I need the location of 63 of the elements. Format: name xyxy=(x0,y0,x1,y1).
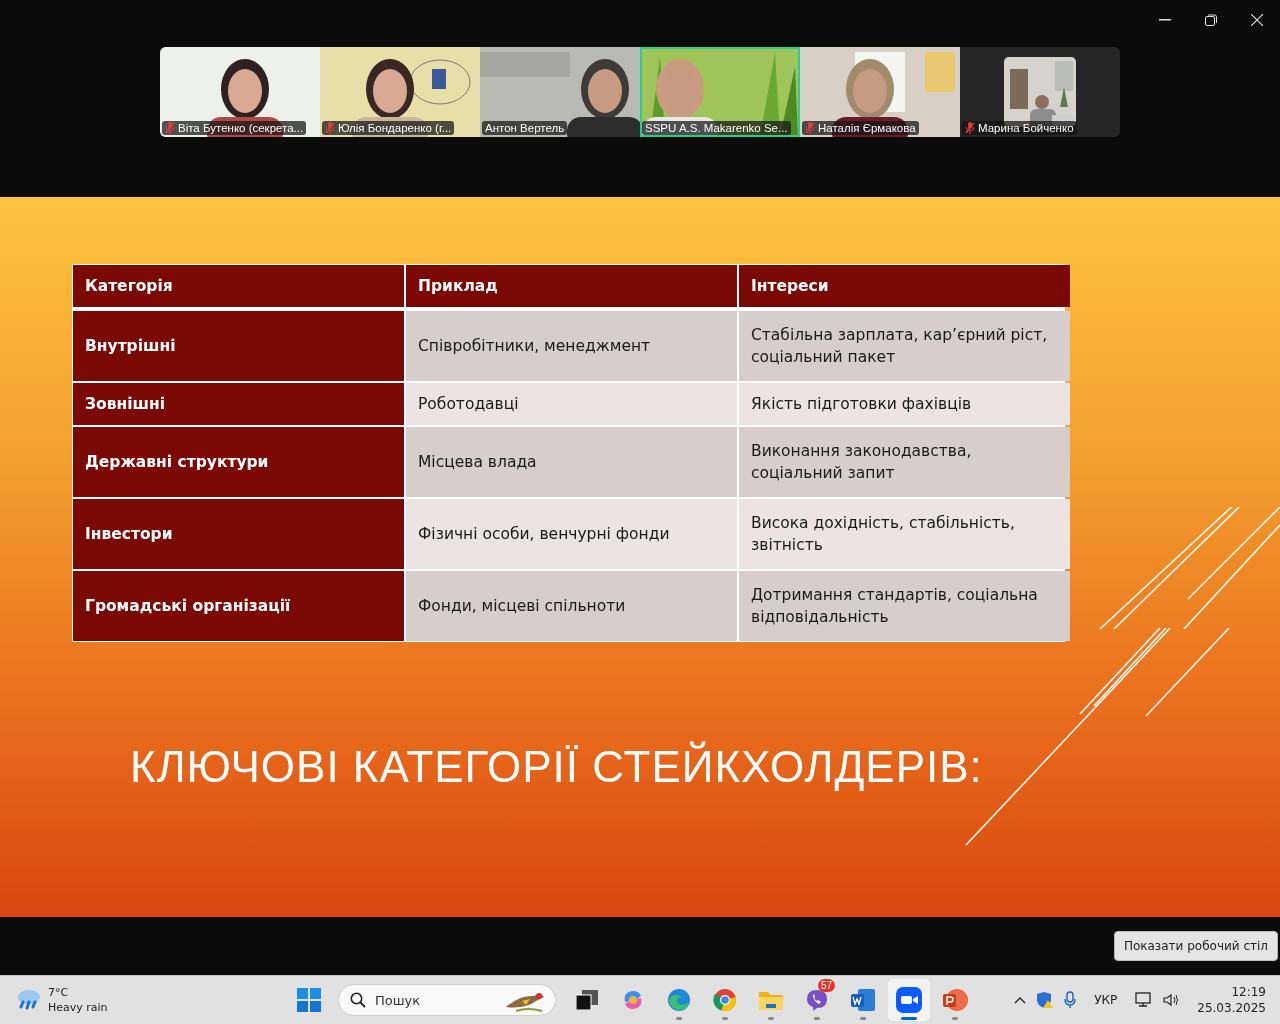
table-cell: Виконання законодавства, соціальний запит xyxy=(739,427,1070,497)
participant-name: Наталія Єрмакова xyxy=(818,122,916,134)
presentation-icon xyxy=(942,988,968,1012)
phone-bubble-icon xyxy=(805,988,829,1012)
participant-name: Віта Бутенко (секрета... xyxy=(178,122,304,134)
language-indicator[interactable]: УКР xyxy=(1086,993,1126,1007)
table-cell: Висока дохідність, стабільність, звітність xyxy=(739,499,1070,569)
muted-mic-icon xyxy=(965,122,975,134)
table-cell: Місцева влада xyxy=(406,427,737,497)
table-cell: Якість підготовки фахівців xyxy=(739,383,1070,425)
muted-mic-icon xyxy=(165,122,175,134)
document-icon xyxy=(850,988,876,1012)
column-header: Інтереси xyxy=(739,265,1070,307)
participant-name: Антон Вертель xyxy=(485,122,565,134)
table-cell: Фонди, місцеві спільноти xyxy=(406,571,737,641)
table-cell: Співробітники, менеджмент xyxy=(406,311,737,381)
search-field[interactable]: Пошук xyxy=(338,984,556,1016)
column-header: Категорія xyxy=(73,265,404,307)
monitor-icon[interactable] xyxy=(1135,992,1154,1008)
microphone-icon[interactable] xyxy=(1064,991,1077,1009)
table-cell: Внутрішні xyxy=(73,311,404,381)
column-header: Приклад xyxy=(406,265,737,307)
muted-mic-icon xyxy=(805,122,815,134)
video-tile[interactable]: Юлія Бондаренко (г... xyxy=(320,47,480,137)
search-icon xyxy=(350,992,366,1008)
taskbar-app[interactable]: 57 xyxy=(796,979,838,1021)
windows-logo-icon xyxy=(297,988,321,1012)
video-tile[interactable]: Антон Вертель xyxy=(480,47,640,137)
clock-date[interactable]: 25.03.2025 xyxy=(1197,1000,1266,1016)
video-tile[interactable]: Наталія Єрмакова xyxy=(800,47,960,137)
shield-warning-icon[interactable] xyxy=(1036,991,1055,1009)
muted-mic-icon xyxy=(325,122,335,134)
table-cell: Роботодавці xyxy=(406,383,737,425)
minimize-icon xyxy=(1159,19,1171,21)
table-cell: Інвестори xyxy=(73,499,404,569)
table-cell: Стабільна зарплата, кар’єрний ріст, соціальний пакет xyxy=(739,311,1070,381)
rain-cloud-icon xyxy=(16,988,42,1012)
folder-icon xyxy=(758,989,784,1011)
browser-icon xyxy=(667,988,691,1012)
table-cell: Зовнішні xyxy=(73,383,404,425)
tooltip: Показати робочий стіл xyxy=(1113,931,1278,961)
close-icon xyxy=(1251,14,1263,26)
table-cell: Громадські організації xyxy=(73,571,404,641)
restore-icon xyxy=(1205,14,1217,26)
weather-condition: Heavy rain xyxy=(48,1000,108,1015)
clock-time[interactable]: 12:19 xyxy=(1231,984,1266,1000)
video-tile[interactable]: Марина Бойченко xyxy=(960,47,1120,137)
notification-badge: 57 xyxy=(817,979,835,992)
table-cell: Державні структури xyxy=(73,427,404,497)
video-tile[interactable]: Віта Бутенко (секрета... xyxy=(160,47,320,137)
browser-icon xyxy=(713,988,737,1012)
temperature: 7°C xyxy=(48,985,70,1000)
participant-name: Марина Бойченко xyxy=(978,122,1074,134)
windows-icon xyxy=(576,990,598,1010)
participant-name: Юлія Бондаренко (г... xyxy=(338,122,452,134)
participant-name: SSPU A.S. Makarenko Se... xyxy=(645,122,788,134)
table-cell: Дотримання стандартів, соціальна відповідальність xyxy=(739,571,1070,641)
slide-title: КЛЮЧОВІ КАТЕГОРІЇ СТЕЙКХОЛДЕРІВ: xyxy=(130,742,983,792)
chevron-up-icon[interactable] xyxy=(1014,996,1027,1004)
table-cell: Фізичні особи, венчурні фонди xyxy=(406,499,737,569)
video-tile[interactable]: SSPU A.S. Makarenko Se... xyxy=(640,47,800,137)
speaker-icon[interactable] xyxy=(1163,993,1180,1007)
video-app-icon xyxy=(896,987,922,1013)
